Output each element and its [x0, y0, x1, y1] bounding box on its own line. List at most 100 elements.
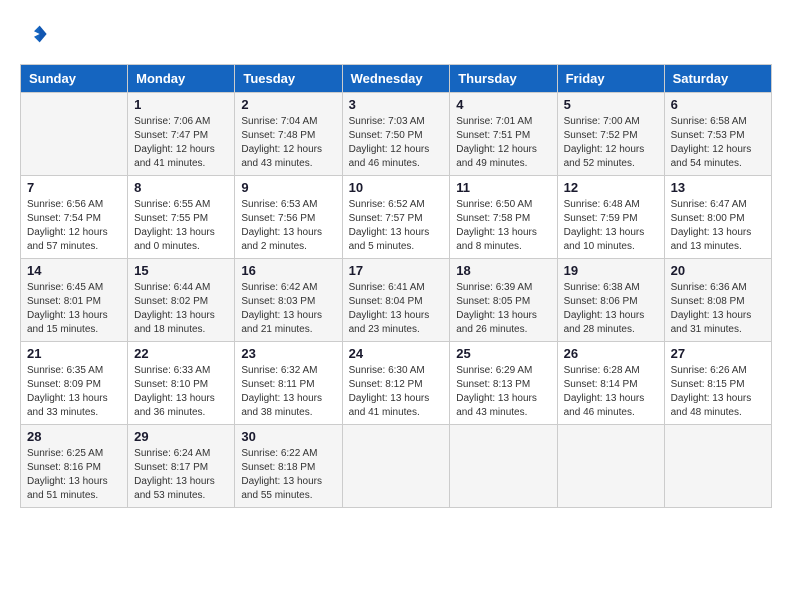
day-info: Sunrise: 6:42 AMSunset: 8:03 PMDaylight:…	[241, 281, 335, 337]
day-info: Sunrise: 7:04 AMSunset: 7:48 PMDaylight:…	[241, 115, 335, 171]
day-cell: 13 Sunrise: 6:47 AMSunset: 8:00 PMDayligh…	[664, 176, 771, 259]
day-number: 2	[241, 97, 335, 112]
day-number: 14	[27, 263, 121, 278]
day-info: Sunrise: 6:38 AMSunset: 8:06 PMDaylight:…	[564, 281, 658, 337]
day-info: Sunrise: 7:00 AMSunset: 7:52 PMDaylight:…	[564, 115, 658, 171]
header-cell-friday: Friday	[557, 65, 664, 93]
day-number: 8	[134, 180, 228, 195]
day-info: Sunrise: 6:52 AMSunset: 7:57 PMDaylight:…	[349, 198, 444, 254]
day-info: Sunrise: 7:06 AMSunset: 7:47 PMDaylight:…	[134, 115, 228, 171]
day-cell	[21, 93, 128, 176]
day-number: 15	[134, 263, 228, 278]
day-info: Sunrise: 6:24 AMSunset: 8:17 PMDaylight:…	[134, 447, 228, 503]
day-cell: 21Sunrise: 6:35 AMSunset: 8:09 PMDayligh…	[21, 342, 128, 425]
day-cell: 27Sunrise: 6:26 AMSunset: 8:15 PMDayligh…	[664, 342, 771, 425]
header-cell-sunday: Sunday	[21, 65, 128, 93]
week-row-1: 1 Sunrise: 7:06 AMSunset: 7:47 PMDaylight…	[21, 93, 772, 176]
day-cell: 20 Sunrise: 6:36 AMSunset: 8:08 PMDayligh…	[664, 259, 771, 342]
day-info: Sunrise: 6:28 AMSunset: 8:14 PMDaylight:…	[564, 364, 658, 420]
header-cell-wednesday: Wednesday	[342, 65, 450, 93]
day-info: Sunrise: 6:33 AMSunset: 8:10 PMDaylight:…	[134, 364, 228, 420]
day-number: 17	[349, 263, 444, 278]
day-info: Sunrise: 6:56 AMSunset: 7:54 PMDaylight:…	[27, 198, 121, 254]
week-row-3: 14Sunrise: 6:45 AMSunset: 8:01 PMDayligh…	[21, 259, 772, 342]
week-row-4: 21Sunrise: 6:35 AMSunset: 8:09 PMDayligh…	[21, 342, 772, 425]
day-info: Sunrise: 6:30 AMSunset: 8:12 PMDaylight:…	[349, 364, 444, 420]
day-cell: 16 Sunrise: 6:42 AMSunset: 8:03 PMDayligh…	[235, 259, 342, 342]
day-cell: 8 Sunrise: 6:55 AMSunset: 7:55 PMDaylight…	[128, 176, 235, 259]
day-number: 19	[564, 263, 658, 278]
day-cell	[664, 425, 771, 508]
header-cell-thursday: Thursday	[450, 65, 557, 93]
day-number: 4	[456, 97, 550, 112]
day-info: Sunrise: 6:48 AMSunset: 7:59 PMDaylight:…	[564, 198, 658, 254]
day-cell: 9 Sunrise: 6:53 AMSunset: 7:56 PMDaylight…	[235, 176, 342, 259]
day-number: 26	[564, 346, 658, 361]
calendar-body: 1 Sunrise: 7:06 AMSunset: 7:47 PMDaylight…	[21, 93, 772, 508]
day-info: Sunrise: 6:39 AMSunset: 8:05 PMDaylight:…	[456, 281, 550, 337]
day-cell: 18 Sunrise: 6:39 AMSunset: 8:05 PMDayligh…	[450, 259, 557, 342]
day-cell: 6 Sunrise: 6:58 AMSunset: 7:53 PMDaylight…	[664, 93, 771, 176]
day-number: 22	[134, 346, 228, 361]
day-number: 27	[671, 346, 765, 361]
day-number: 3	[349, 97, 444, 112]
day-cell: 30Sunrise: 6:22 AMSunset: 8:18 PMDayligh…	[235, 425, 342, 508]
day-number: 6	[671, 97, 765, 112]
page-header	[20, 20, 772, 48]
day-cell: 22 Sunrise: 6:33 AMSunset: 8:10 PMDayligh…	[128, 342, 235, 425]
day-cell: 17 Sunrise: 6:41 AMSunset: 8:04 PMDayligh…	[342, 259, 450, 342]
day-number: 25	[456, 346, 550, 361]
logo	[20, 20, 52, 48]
day-cell: 10 Sunrise: 6:52 AMSunset: 7:57 PMDayligh…	[342, 176, 450, 259]
day-number: 28	[27, 429, 121, 444]
calendar-table: SundayMondayTuesdayWednesdayThursdayFrid…	[20, 64, 772, 508]
day-number: 1	[134, 97, 228, 112]
day-cell: 25 Sunrise: 6:29 AMSunset: 8:13 PMDayligh…	[450, 342, 557, 425]
day-info: Sunrise: 6:35 AMSunset: 8:09 PMDaylight:…	[27, 364, 121, 420]
day-cell: 5 Sunrise: 7:00 AMSunset: 7:52 PMDaylight…	[557, 93, 664, 176]
day-number: 13	[671, 180, 765, 195]
day-cell: 28 Sunrise: 6:25 AMSunset: 8:16 PMDayligh…	[21, 425, 128, 508]
day-info: Sunrise: 6:36 AMSunset: 8:08 PMDaylight:…	[671, 281, 765, 337]
logo-icon	[20, 20, 48, 48]
day-cell: 15 Sunrise: 6:44 AMSunset: 8:02 PMDayligh…	[128, 259, 235, 342]
week-row-2: 7 Sunrise: 6:56 AMSunset: 7:54 PMDaylight…	[21, 176, 772, 259]
day-info: Sunrise: 6:22 AMSunset: 8:18 PMDaylight:…	[241, 447, 335, 503]
day-cell: 3Sunrise: 7:03 AMSunset: 7:50 PMDaylight…	[342, 93, 450, 176]
day-info: Sunrise: 6:50 AMSunset: 7:58 PMDaylight:…	[456, 198, 550, 254]
day-cell: 24Sunrise: 6:30 AMSunset: 8:12 PMDayligh…	[342, 342, 450, 425]
day-info: Sunrise: 6:44 AMSunset: 8:02 PMDaylight:…	[134, 281, 228, 337]
day-info: Sunrise: 6:25 AMSunset: 8:16 PMDaylight:…	[27, 447, 121, 503]
day-cell: 7 Sunrise: 6:56 AMSunset: 7:54 PMDaylight…	[21, 176, 128, 259]
day-number: 29	[134, 429, 228, 444]
day-cell: 2 Sunrise: 7:04 AMSunset: 7:48 PMDaylight…	[235, 93, 342, 176]
day-number: 9	[241, 180, 335, 195]
calendar-header: SundayMondayTuesdayWednesdayThursdayFrid…	[21, 65, 772, 93]
day-info: Sunrise: 6:55 AMSunset: 7:55 PMDaylight:…	[134, 198, 228, 254]
day-cell	[450, 425, 557, 508]
day-number: 20	[671, 263, 765, 278]
day-cell	[557, 425, 664, 508]
day-info: Sunrise: 6:29 AMSunset: 8:13 PMDaylight:…	[456, 364, 550, 420]
day-number: 12	[564, 180, 658, 195]
day-cell: 14Sunrise: 6:45 AMSunset: 8:01 PMDayligh…	[21, 259, 128, 342]
header-cell-saturday: Saturday	[664, 65, 771, 93]
day-info: Sunrise: 6:58 AMSunset: 7:53 PMDaylight:…	[671, 115, 765, 171]
day-cell: 23Sunrise: 6:32 AMSunset: 8:11 PMDayligh…	[235, 342, 342, 425]
day-info: Sunrise: 6:47 AMSunset: 8:00 PMDaylight:…	[671, 198, 765, 254]
day-cell: 11 Sunrise: 6:50 AMSunset: 7:58 PMDayligh…	[450, 176, 557, 259]
day-number: 16	[241, 263, 335, 278]
day-number: 7	[27, 180, 121, 195]
day-number: 11	[456, 180, 550, 195]
day-cell: 1 Sunrise: 7:06 AMSunset: 7:47 PMDaylight…	[128, 93, 235, 176]
day-info: Sunrise: 6:41 AMSunset: 8:04 PMDaylight:…	[349, 281, 444, 337]
day-number: 5	[564, 97, 658, 112]
day-number: 18	[456, 263, 550, 278]
day-cell	[342, 425, 450, 508]
day-cell: 19 Sunrise: 6:38 AMSunset: 8:06 PMDayligh…	[557, 259, 664, 342]
day-cell: 29 Sunrise: 6:24 AMSunset: 8:17 PMDayligh…	[128, 425, 235, 508]
day-info: Sunrise: 6:53 AMSunset: 7:56 PMDaylight:…	[241, 198, 335, 254]
day-info: Sunrise: 7:01 AMSunset: 7:51 PMDaylight:…	[456, 115, 550, 171]
day-info: Sunrise: 6:32 AMSunset: 8:11 PMDaylight:…	[241, 364, 335, 420]
day-number: 10	[349, 180, 444, 195]
